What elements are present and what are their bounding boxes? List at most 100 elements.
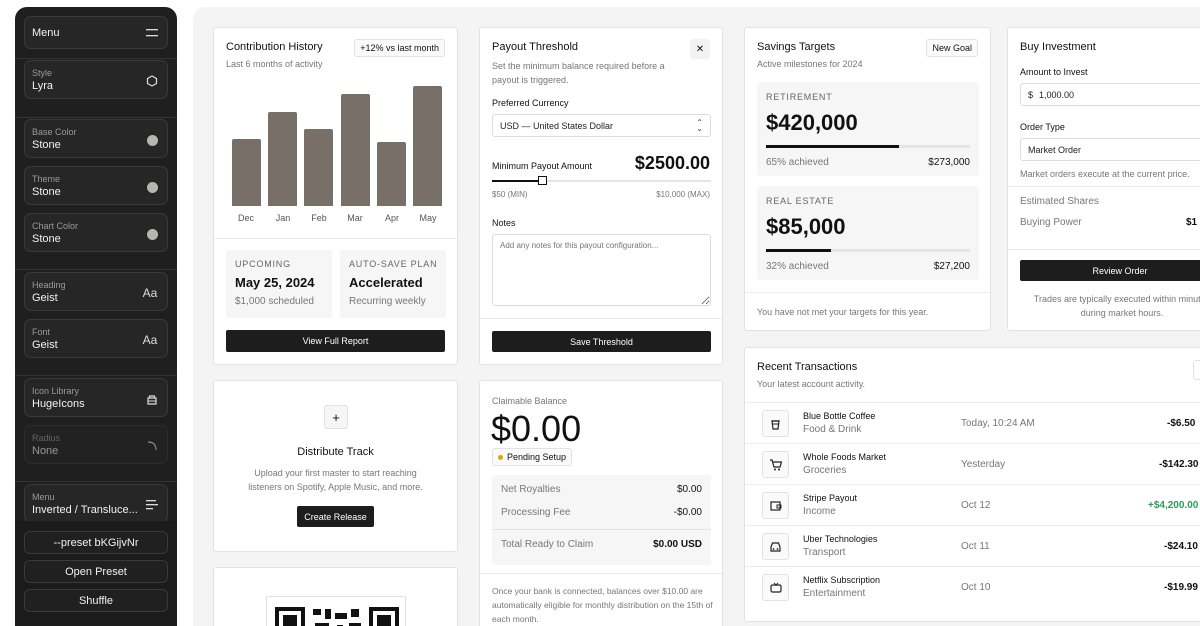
chart-bar	[341, 94, 370, 206]
item-label: Menu	[32, 492, 55, 502]
view-full-report-button[interactable]: View Full Report	[226, 330, 445, 352]
sidebar-item-style[interactable]: Style Lyra	[24, 60, 168, 99]
card-title: Savings Targets	[757, 41, 836, 53]
view-all-button[interactable]	[1193, 360, 1200, 380]
item-value: Lyra	[32, 80, 53, 92]
sidebar-item-chart-color[interactable]: Chart Color Stone	[24, 213, 168, 252]
sidebar-item-menu[interactable]: Menu Inverted / Transluce...	[24, 484, 168, 523]
card-subtitle: Last 6 months of activity	[226, 59, 323, 69]
divider	[1008, 249, 1200, 250]
claim-label: Claimable Balance	[492, 396, 568, 406]
item-label: Chart Color	[32, 221, 79, 231]
sidebar-item-theme[interactable]: Theme Stone	[24, 166, 168, 205]
sidebar-item-heading[interactable]: Heading Geist Aa	[24, 272, 168, 311]
item-value: Inverted / Transluce...	[32, 504, 138, 516]
color-dot-icon	[145, 227, 159, 241]
tx-amount: -$6.50	[1167, 418, 1196, 429]
amount-label: Amount to Invest	[1020, 67, 1088, 77]
sidebar-item-icon-library[interactable]: Icon Library HugeIcons	[24, 378, 168, 417]
tx-amount: -$142.30	[1159, 459, 1199, 470]
order-type-label: Order Type	[1020, 122, 1065, 132]
plus-icon[interactable]: +	[324, 405, 348, 429]
item-label: Radius	[32, 433, 61, 443]
tx-name: Whole Foods Market	[803, 452, 887, 462]
divider	[480, 318, 722, 319]
target-achieved: 65% achieved	[766, 157, 829, 168]
growth-badge: +12% vs last month	[354, 39, 445, 57]
target-progress	[766, 145, 970, 148]
new-goal-button[interactable]: New Goal	[926, 39, 978, 57]
table-row[interactable]: Uber Technologies Transport Oct 11 -$24.…	[745, 525, 1200, 566]
power-label: Buying Power	[1020, 217, 1082, 228]
amount-input[interactable]: $ 1,000.00	[1020, 83, 1200, 106]
target-amount: $85,000	[766, 214, 846, 239]
tx-name: Uber Technologies	[803, 534, 878, 544]
tx-amount: -$24.10	[1164, 541, 1198, 552]
payout-slider-thumb[interactable]	[538, 176, 547, 185]
target-real-estate: REAL ESTATE $85,000 32% achieved $27,200	[757, 186, 979, 280]
target-progress-fill	[766, 145, 899, 148]
chart-bar	[232, 139, 261, 206]
save-threshold-button[interactable]: Save Threshold	[492, 331, 711, 352]
upcoming-sub: $1,000 scheduled	[235, 296, 314, 307]
summary-value: -$0.00	[673, 507, 702, 518]
qr-card	[213, 567, 458, 626]
divider	[480, 573, 722, 574]
card-title: Buy Investment	[1020, 41, 1096, 53]
coffee-cup-icon	[762, 410, 789, 437]
sidebar-item-radius[interactable]: Radius None	[24, 425, 168, 464]
tx-name: Blue Bottle Coffee	[803, 411, 876, 421]
payout-slider-track[interactable]	[492, 176, 711, 185]
tx-category: Income	[803, 506, 836, 517]
open-preset-button[interactable]: Open Preset	[24, 560, 168, 583]
currency-select[interactable]: USD — United States Dollar ⌃ ⌄	[492, 114, 711, 137]
divider	[214, 238, 457, 239]
notes-textarea[interactable]	[492, 234, 711, 306]
item-label: Style	[32, 68, 53, 78]
distribute-text: Upload your first master to start reachi…	[248, 468, 423, 492]
upcoming-label: UPCOMING	[235, 259, 291, 269]
target-current: $27,200	[933, 261, 970, 272]
notes-label: Notes	[492, 218, 516, 228]
sidebar-item-base-color[interactable]: Base Color Stone	[24, 119, 168, 158]
item-value: None	[32, 445, 59, 457]
autosave-panel: AUTO-SAVE PLAN Accelerated Recurring wee…	[340, 250, 446, 318]
order-type-select[interactable]: Market Order	[1020, 138, 1200, 161]
chart-bar	[413, 86, 442, 206]
shares-label: Estimated Shares	[1020, 196, 1099, 207]
transactions-list: Blue Bottle Coffee Food & Drink Today, 1…	[745, 402, 1200, 622]
contribution-bar-chart: Dec Jan Feb Mar Apr May	[228, 86, 446, 223]
distribute-card: + Distribute Track Upload your first mas…	[213, 380, 458, 552]
currency-symbol: $	[1028, 89, 1034, 100]
savings-footer: You have not met your targets for this y…	[757, 307, 929, 317]
hexagon-icon	[145, 74, 159, 88]
distribute-title: Distribute Track	[297, 446, 374, 458]
divider	[745, 292, 990, 293]
table-row[interactable]: Stripe Payout Income Oct 12 +$4,200.00	[745, 484, 1200, 525]
review-order-button[interactable]: Review Order	[1020, 260, 1200, 281]
menu-lines-icon	[145, 498, 159, 512]
tx-category: Groceries	[803, 465, 847, 476]
sidebar-item-font[interactable]: Font Geist Aa	[24, 319, 168, 358]
currency-label: Preferred Currency	[492, 98, 569, 108]
table-row[interactable]: Netflix Subscription Entertainment Oct 1…	[745, 566, 1200, 607]
item-label: Font	[32, 327, 51, 337]
card-title: Recent Transactions	[757, 361, 858, 373]
preset-code-button[interactable]: --preset bKGijvNr	[24, 531, 168, 554]
target-retirement: RETIREMENT $420,000 65% achieved $273,00…	[757, 82, 979, 176]
close-icon[interactable]: ✕	[690, 39, 710, 59]
summary-label: Net Royalties	[501, 484, 561, 495]
shuffle-button[interactable]: Shuffle	[24, 589, 168, 612]
order-type-value: Market Order	[1028, 144, 1082, 155]
slider-min-label: $50 (MIN)	[492, 190, 528, 199]
create-release-button[interactable]: Create Release	[297, 506, 374, 527]
shopping-cart-icon	[762, 451, 789, 478]
upcoming-panel: UPCOMING May 25, 2024 $1,000 scheduled	[226, 250, 332, 318]
table-row[interactable]: Blue Bottle Coffee Food & Drink Today, 1…	[745, 402, 1200, 443]
item-value: Geist	[32, 292, 58, 304]
menu-toggle[interactable]: Menu	[24, 16, 168, 49]
chart-bar	[268, 112, 297, 206]
table-row[interactable]: Whole Foods Market Groceries Yesterday -…	[745, 443, 1200, 484]
status-badge: Pending Setup	[492, 448, 573, 466]
chart-x-tick-label: Mar	[347, 213, 363, 223]
